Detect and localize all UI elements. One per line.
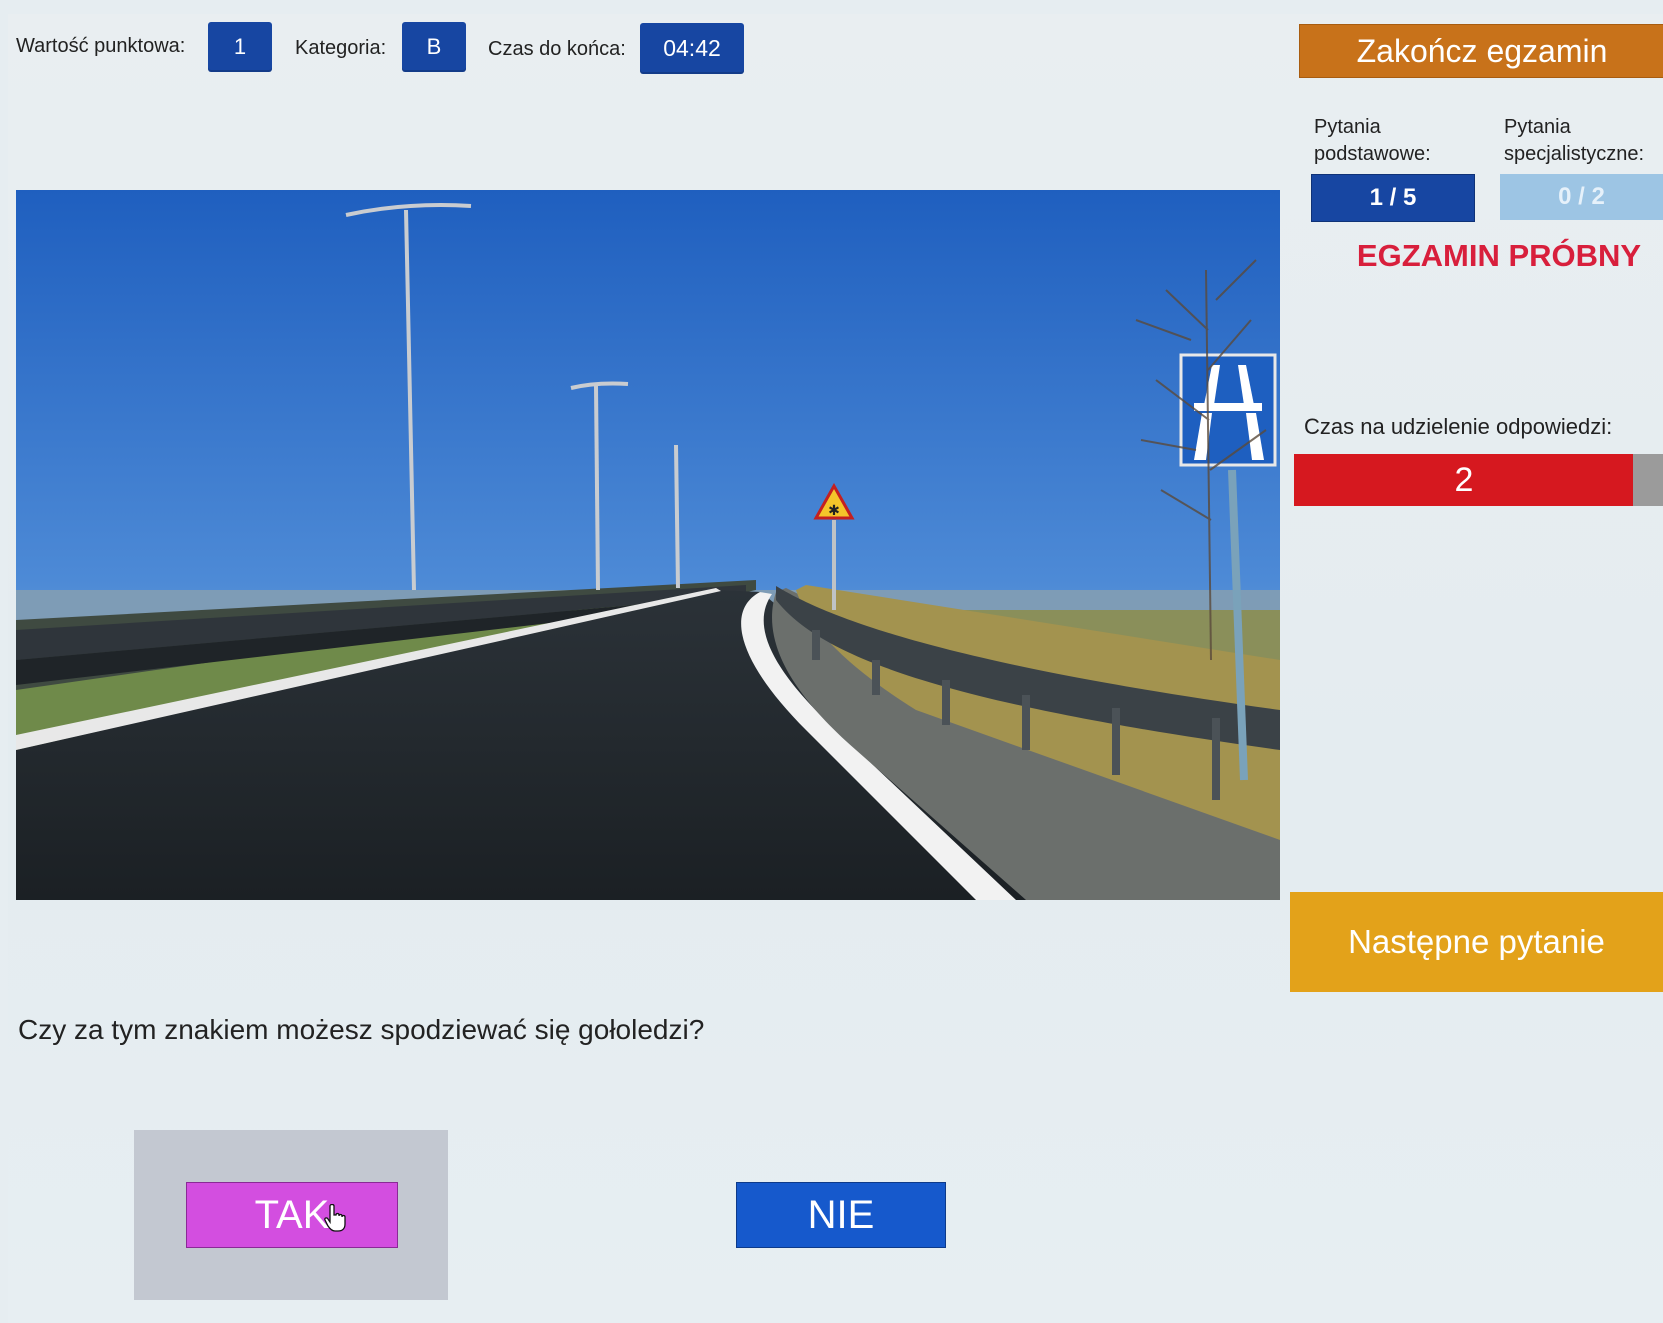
specialist-questions-counter: 0 / 2 [1500,174,1663,220]
basic-questions-counter: 1 / 5 [1311,174,1475,222]
exam-screen: Wartość punktowa: 1 Kategoria: B Czas do… [8,14,1663,1323]
end-exam-button[interactable]: Zakończ egzamin [1299,24,1663,78]
answer-yes-button[interactable]: TAK [186,1182,398,1248]
question-text: Czy za tym znakiem możesz spodziewać się… [18,1014,705,1045]
highway-scene-image: ✱ [16,190,1280,900]
specialist-questions-label: Pytania specjalistyczne: [1504,116,1645,165]
question-photo: ✱ [16,190,1280,900]
svg-text:✱: ✱ [828,503,840,519]
basic-questions-label: Pytania podstawowe: [1314,116,1431,165]
time-left-badge: 04:42 [640,23,744,74]
points-value-badge: 1 [208,22,272,72]
next-question-button[interactable]: Następne pytanie [1290,892,1663,992]
points-label: Wartość punktowa: [16,35,186,57]
time-left-label: Czas do końca: [488,38,626,60]
answer-time-label: Czas na udzielenie odpowiedzi: [1304,414,1613,439]
answer-no-button[interactable]: NIE [736,1182,946,1248]
trial-exam-title: EGZAMIN PRÓBNY [1356,238,1642,273]
category-label: Kategoria: [295,37,387,59]
answer-time-bar: 2 [1294,454,1663,506]
category-value-badge: B [402,22,466,72]
hand-cursor-icon [324,1204,346,1232]
answer-time-value: 2 [1454,460,1474,499]
